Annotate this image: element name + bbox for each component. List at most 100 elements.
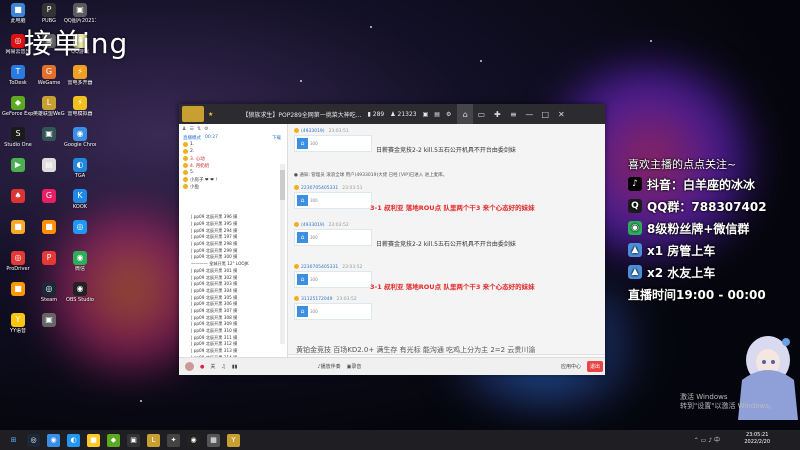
channel-item[interactable]: | pp09 北辰开黑 294 摸 — [191, 227, 281, 234]
desktop-icon[interactable]: ▶ — [2, 158, 34, 173]
desktop-icon[interactable]: ▣ — [33, 313, 65, 328]
desktop-icon[interactable]: G WeGame — [33, 65, 65, 86]
group-item[interactable]: 3. 心动 — [179, 155, 287, 162]
desktop-icon[interactable]: P PUBG — [33, 3, 65, 24]
channel-item[interactable]: | pp09 北辰开黑 310 摸 — [191, 328, 281, 335]
channel-item[interactable]: | pp09 北辰开黑 306 摸 — [191, 301, 281, 308]
message-sender[interactable]: 2230705405331 23:03:51 — [294, 185, 372, 191]
tool-icon[interactable]: ⚙ — [446, 111, 451, 118]
group-item[interactable]: 2. — [179, 148, 287, 155]
user-card[interactable]: ⌂ 300 — [294, 303, 372, 320]
desktop-icon[interactable]: G — [33, 189, 65, 204]
desktop-icon[interactable]: ⚡ 雷电模拟器 — [64, 96, 96, 117]
desktop-icon[interactable]: ▣ — [33, 127, 65, 142]
app2-taskbar-icon[interactable]: ✦ — [167, 433, 180, 447]
steam-taskbar-icon[interactable]: ◎ — [27, 433, 40, 447]
settings-icon[interactable]: ⚙ — [204, 126, 208, 132]
taskbar-clock[interactable]: 23:05:21 2022/2/20 — [744, 432, 770, 446]
music-label[interactable]: 播放伴奏 — [321, 363, 341, 370]
desktop-icon[interactable]: ■ 此电脑 — [2, 3, 34, 24]
channel-item[interactable]: | pp09 北辰开黑 395 摸 — [191, 221, 281, 228]
message-sender[interactable]: 2230705405331 23:03:52 — [294, 264, 372, 270]
people-icon[interactable]: ♟ — [182, 126, 186, 132]
list-icon[interactable]: ☰ — [189, 126, 193, 132]
channel-item[interactable]: | pp09 北辰开黑 300 摸 — [191, 254, 281, 261]
message-sender[interactable]: 31125172049 23:03:52 — [294, 296, 372, 302]
minimize-icon[interactable]: — — [521, 104, 537, 124]
group-item[interactable]: 小房子 ❤ ❤ ! — [179, 176, 287, 183]
windows-start-icon[interactable]: ⊞ — [7, 434, 20, 447]
desktop-icon[interactable]: ◆GeForce Experience — [2, 96, 34, 117]
menu-icon[interactable]: ≡ — [505, 104, 521, 124]
channel-item[interactable]: | pp09 北辰开黑 298 摸 — [191, 241, 281, 248]
gift-icon[interactable]: ▤ — [434, 111, 440, 118]
channel-item[interactable]: ———— 皇城开黑 12° LOOJK — [191, 261, 281, 268]
desktop-icon[interactable]: ■ — [2, 220, 34, 235]
download-link[interactable]: 下载 — [272, 135, 281, 141]
lol-taskbar-icon[interactable]: L — [147, 433, 160, 447]
desktop-icon[interactable]: K KOOK — [64, 189, 96, 210]
channel-item[interactable]: | pp09 北辰开黑 302 摸 — [191, 274, 281, 281]
desktop-icon[interactable]: ▣QQ图片2021121... — [64, 3, 96, 24]
window-titlebar[interactable]: ★ 【狼族求生】POP289全网第一挑菜大神吃... ▮ 289 ♟ 21323… — [179, 104, 605, 124]
desktop-icon[interactable]: L英雄联盟WeGame版 — [33, 96, 65, 117]
channel-item[interactable]: | pp09 北辰开黑 312 摸 — [191, 341, 281, 348]
game-icon[interactable]: ✚ — [489, 104, 505, 124]
desktop-icon[interactable]: ◉ 微信 — [64, 251, 96, 272]
message-sender[interactable]: (4933019) 23:03:51 — [294, 128, 372, 134]
desktop-icon[interactable]: ♠ — [2, 189, 34, 204]
channel-item[interactable]: | pp09 北辰开黑 311 摸 — [191, 334, 281, 341]
channel-item[interactable]: | pp09 北辰开黑 313 摸 — [191, 348, 281, 355]
desktop-icon[interactable]: Y YY语音 — [2, 313, 34, 334]
desktop-icon[interactable]: ▤ — [33, 158, 65, 173]
browser-taskbar-icon[interactable]: ◐ — [67, 433, 80, 447]
group-item[interactable]: 1. — [179, 141, 287, 148]
chat-icon[interactable]: ▭ — [473, 104, 489, 124]
folder-taskbar-icon[interactable]: ■ — [87, 433, 100, 447]
desktop-icon[interactable]: T ToDesk — [2, 65, 34, 86]
member-list-scrollbar[interactable] — [280, 164, 285, 344]
app-taskbar-icon[interactable]: ▣ — [127, 433, 140, 447]
desktop-icon[interactable]: S Studio One — [2, 127, 34, 148]
channel-item[interactable]: | pp09 北辰开黑 197 摸 — [191, 234, 281, 241]
channel-item[interactable]: | pp09 北辰开黑 308 摸 — [191, 314, 281, 321]
maximize-icon[interactable]: □ — [537, 104, 553, 124]
system-tray[interactable]: ⌃ ▭ ♪ 中 — [694, 435, 720, 444]
channel-item[interactable]: | pp09 北辰开黑 301 摸 — [191, 268, 281, 275]
desktop-icon[interactable]: ■ — [33, 220, 65, 235]
desktop-icon[interactable]: ◉Google Chrome — [64, 127, 96, 148]
desktop-icon[interactable]: ◎ Steam — [33, 282, 65, 303]
sort-icon[interactable]: ⇅ — [197, 126, 201, 132]
home-icon[interactable]: ⌂ — [457, 104, 474, 124]
group-item[interactable]: 5. — [179, 169, 287, 176]
app-center-label[interactable]: 应用中心 — [561, 363, 581, 370]
channel-item[interactable]: | pp09 北辰开黑 305 摸 — [191, 294, 281, 301]
geforce-taskbar-icon[interactable]: ◆ — [107, 433, 120, 447]
user-card[interactable]: ⌂ 300 — [294, 135, 372, 152]
channel-item[interactable]: | pp09 北辰开黑 303 摸 — [191, 281, 281, 288]
channel-item[interactable]: | pp09 北辰开黑 299 摸 — [191, 247, 281, 254]
record-label[interactable]: 录音 — [351, 363, 361, 370]
mic-icon[interactable]: ● — [200, 364, 204, 370]
desktop-icon[interactable]: ⚡ 雷电多开器 — [64, 65, 96, 86]
desktop-icon[interactable]: ◐ TGA — [64, 158, 96, 179]
desktop-icon[interactable]: ◉ OBS Studio — [64, 282, 96, 303]
message-sender[interactable]: (4933019) 23:03:52 — [294, 222, 372, 228]
desktop-icon[interactable]: ■ — [2, 282, 34, 297]
user-card[interactable]: ⌂ 300 — [294, 192, 372, 209]
share-icon[interactable]: ▣ — [423, 111, 429, 118]
group-item[interactable]: 小鱼 — [179, 183, 287, 190]
exit-button[interactable]: 退出 — [586, 361, 603, 372]
user-avatar[interactable] — [185, 362, 194, 371]
yy-taskbar-icon[interactable]: Y — [227, 433, 240, 447]
app3-taskbar-icon[interactable]: ▦ — [207, 433, 220, 447]
obs-taskbar-icon[interactable]: ◉ — [187, 433, 200, 447]
user-card[interactable]: ⌂ 300 — [294, 229, 372, 246]
group-item[interactable]: 4. 月奶奶 — [179, 162, 287, 169]
chrome-taskbar-icon[interactable]: ◉ — [47, 433, 60, 447]
mic-label[interactable]: 关 — [210, 363, 215, 370]
desktop-icon[interactable]: ◎ — [64, 220, 96, 235]
channel-item[interactable]: | pp09 北辰开黑 304 摸 — [191, 288, 281, 295]
close-icon[interactable]: ✕ — [553, 104, 569, 124]
volume-icon[interactable]: ▮▮ — [232, 364, 238, 370]
